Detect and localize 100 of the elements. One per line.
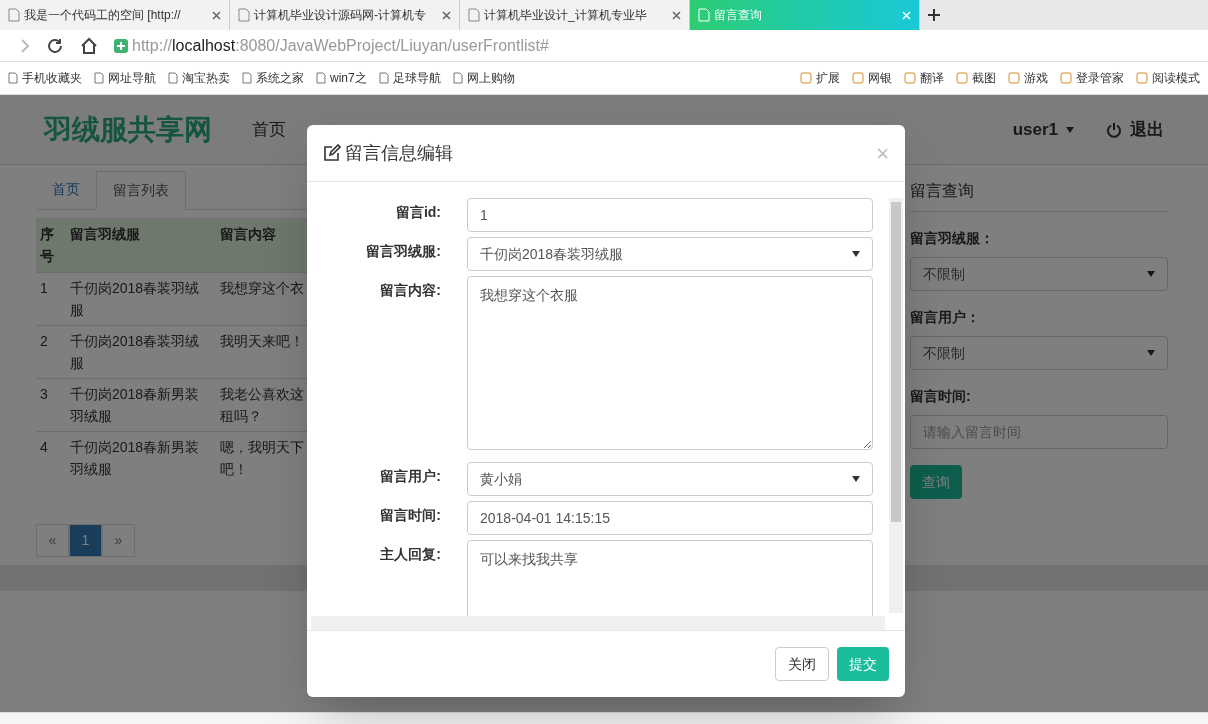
browser-tab[interactable]: 计算机毕业设计源码网-计算机专	[230, 0, 460, 30]
square-icon	[1060, 72, 1072, 84]
close-icon[interactable]	[212, 10, 221, 20]
extension-button[interactable]: 截图	[956, 69, 996, 87]
bookmark-link[interactable]: 系统之家	[242, 69, 304, 87]
select-value: 不限制	[923, 264, 965, 284]
table-cell-text: 千仞岗2018春装羽绒服	[70, 332, 201, 373]
page-icon	[378, 72, 389, 84]
caret-icon	[1147, 350, 1155, 356]
select-field[interactable]: 不限制	[910, 336, 1168, 370]
url-text: http://localhost:8080/JavaWebProject/Liuyan/userFrontlist#	[132, 35, 549, 56]
extension-label: 扩展	[816, 70, 840, 87]
page-icon	[242, 72, 252, 84]
extension-label: 截图	[972, 70, 996, 87]
table-cell-text: 我明天来吧！	[220, 332, 304, 351]
square-icon	[1008, 72, 1020, 84]
bookmark-label: 网上购物	[466, 70, 515, 87]
extension-button[interactable]: 阅读模式	[1136, 69, 1200, 87]
field-label: 留言羽绒服:	[366, 243, 441, 259]
field-label: 主人回复:	[380, 546, 441, 562]
new-tab-icon[interactable]	[928, 9, 940, 21]
bookmark-label: 系统之家	[256, 70, 304, 87]
power-icon	[1106, 121, 1122, 138]
field-label: 留言id:	[395, 204, 441, 220]
reload-icon[interactable]	[46, 36, 64, 55]
textarea-field[interactable]: 我想穿这个衣服	[467, 276, 873, 450]
extension-label: 游戏	[1024, 70, 1048, 87]
logout-link[interactable]: 退出	[1106, 116, 1164, 143]
page-icon	[468, 8, 480, 22]
page-icon	[238, 8, 250, 22]
caret-icon	[1066, 126, 1074, 133]
column-header: 留言内容	[220, 225, 277, 244]
extension-button[interactable]: 翻译	[904, 69, 944, 87]
extension-button[interactable]: 游戏	[1008, 69, 1048, 87]
extension-button[interactable]: 登录管家	[1060, 69, 1124, 87]
modal-title: 留言信息编辑	[345, 141, 453, 165]
extension-button[interactable]: 网银	[852, 69, 892, 87]
page-icon	[452, 72, 463, 84]
bookmark-link[interactable]: 网址导航	[94, 69, 156, 87]
close-icon[interactable]	[442, 10, 451, 20]
field-label: 留言内容:	[380, 282, 441, 298]
field-label: 留言时间:	[380, 507, 441, 523]
browser-tab[interactable]: 我是一个代码工的空间 [http://	[0, 0, 230, 30]
select-field[interactable]: 黄小娟	[467, 462, 873, 496]
page-icon	[168, 72, 178, 84]
bookmark-link[interactable]: 淘宝热卖	[168, 69, 230, 87]
select-value: 黄小娟	[480, 469, 522, 489]
caret-icon	[852, 476, 860, 482]
page-icon	[8, 72, 18, 84]
select-value: 千仞岗2018春装羽绒服	[480, 244, 624, 264]
square-icon	[904, 72, 916, 84]
bookmark-link[interactable]: win7之	[316, 69, 367, 87]
input-field[interactable]: 2018-04-01 14:15:15	[467, 501, 873, 535]
page-icon	[8, 8, 20, 22]
field-label: 留言时间:	[910, 387, 972, 406]
breadcrumb-tab[interactable]: 留言列表	[96, 171, 186, 210]
table-cell-text: 4	[40, 438, 49, 457]
bookmark-link[interactable]: 网上购物	[452, 69, 515, 87]
table-cell-text: 千仞岗2018春新男装羽绒服	[70, 385, 201, 426]
extension-label: 网银	[868, 70, 892, 87]
table-cell-text: 1	[40, 279, 49, 298]
horizontal-scrollbar[interactable]	[311, 616, 885, 630]
extension-label: 登录管家	[1076, 70, 1124, 87]
close-icon[interactable]	[672, 10, 681, 20]
browser-tab[interactable]: 计算机毕业设计_计算机专业毕	[460, 0, 690, 30]
page-icon	[94, 72, 104, 84]
page-icon	[698, 8, 710, 22]
modal-button[interactable]: 关闭	[775, 647, 829, 681]
extension-label: 翻译	[920, 70, 944, 87]
select-value: 不限制	[923, 343, 965, 363]
nav-link[interactable]: 首页	[252, 116, 286, 143]
table-cell-text: 千仞岗2018春装羽绒服	[70, 279, 201, 320]
bookmark-link[interactable]: 足球导航	[378, 69, 441, 87]
table-cell-text: 3	[40, 385, 49, 404]
field-label: 留言羽绒服：	[910, 229, 995, 248]
square-icon	[1136, 72, 1148, 84]
home-icon[interactable]	[80, 36, 98, 55]
bookmark-label: win7之	[330, 70, 367, 87]
bookmark-label: 足球导航	[392, 70, 441, 87]
table-cell-text: 2	[40, 332, 49, 351]
secure-icon	[114, 38, 128, 53]
user-menu[interactable]: user1	[1012, 116, 1074, 143]
caret-icon	[1147, 271, 1155, 277]
address-field[interactable]: http://localhost:8080/JavaWebProject/Liuyan/userFrontlist#	[114, 33, 1188, 58]
vertical-scrollbar[interactable]	[889, 198, 903, 613]
square-icon	[852, 72, 864, 84]
id-field[interactable]: 1	[467, 198, 873, 232]
edit-icon	[323, 144, 341, 162]
square-icon	[800, 72, 812, 84]
select-field[interactable]: 千仞岗2018春装羽绒服	[467, 237, 873, 271]
bookmark-label: 手机收藏夹	[22, 70, 82, 87]
field-label: 留言用户：	[910, 308, 981, 327]
bookmark-link[interactable]: 手机收藏夹	[8, 69, 82, 87]
select-field[interactable]: 不限制	[910, 257, 1168, 291]
caret-icon	[852, 251, 860, 257]
page-icon	[316, 72, 326, 84]
extension-button[interactable]: 扩展	[800, 69, 840, 87]
column-header: 留言羽绒服	[70, 225, 141, 244]
table-cell-text: 千仞岗2018春新男装羽绒服	[70, 438, 201, 479]
table-cell-text: 嗯，我明天下吧！	[220, 438, 304, 479]
